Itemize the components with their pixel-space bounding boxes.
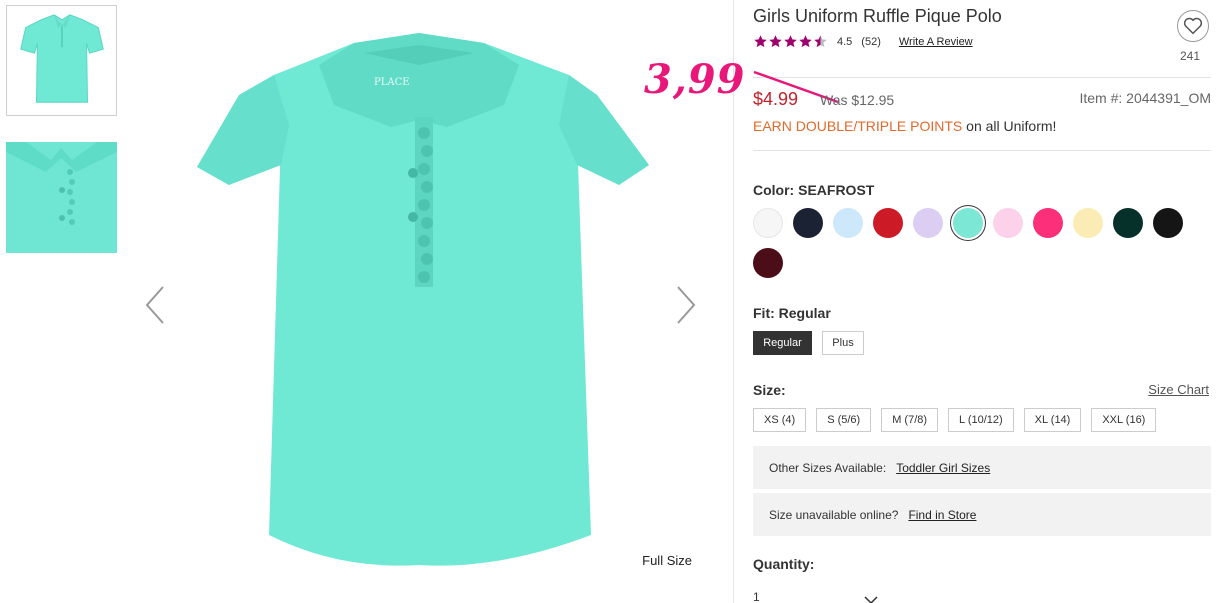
color-swatch-white[interactable] xyxy=(753,208,783,238)
thumbnail-front[interactable] xyxy=(6,5,117,116)
color-swatch-hot-pink[interactable] xyxy=(1033,208,1063,238)
favorite-button[interactable] xyxy=(1177,10,1209,42)
color-swatch-yellow[interactable] xyxy=(1073,208,1103,238)
size-option-s[interactable]: S (5/6) xyxy=(816,408,872,432)
promo-highlight[interactable]: EARN DOUBLE/TRIPLE POINTS xyxy=(753,118,962,134)
size-option-l[interactable]: L (10/12) xyxy=(948,408,1014,432)
size-option-xxl[interactable]: XXL (16) xyxy=(1091,408,1157,432)
color-swatches xyxy=(753,208,1193,278)
shirt-thumbnail-image xyxy=(20,14,104,103)
toddler-girl-sizes-link[interactable]: Toddler Girl Sizes xyxy=(896,461,990,475)
thumbnail-detail[interactable] xyxy=(6,142,117,253)
promo-rest: on all Uniform! xyxy=(962,118,1057,134)
item-number: Item #: 2044391_OM xyxy=(1079,90,1211,106)
favorite-count: 241 xyxy=(1180,49,1201,63)
color-swatch-light-blue[interactable] xyxy=(833,208,863,238)
color-swatch-lavender[interactable] xyxy=(913,208,943,238)
size-option-xl[interactable]: XL (14) xyxy=(1023,408,1082,432)
was-price: Was $12.95 xyxy=(820,92,895,108)
chevron-right-icon xyxy=(677,286,696,324)
chevron-down-icon xyxy=(864,596,878,603)
chevron-left-icon xyxy=(145,286,164,324)
size-chart-link[interactable]: Size Chart xyxy=(1148,382,1209,397)
quantity-select[interactable]: 1 xyxy=(753,590,878,603)
star-icon xyxy=(769,35,782,48)
svg-text:PLACE: PLACE xyxy=(374,77,410,88)
next-image-arrow[interactable] xyxy=(670,283,700,327)
color-swatch-dark-green[interactable] xyxy=(1113,208,1143,238)
handwritten-price-annotation: 3,99 xyxy=(644,56,746,103)
star-icon xyxy=(814,35,827,48)
fit-regular-button[interactable]: Regular xyxy=(753,331,812,355)
size-option-m[interactable]: M (7/8) xyxy=(881,408,939,432)
full-size-link[interactable]: Full Size xyxy=(642,553,692,568)
write-review-link[interactable]: Write A Review xyxy=(899,36,973,48)
color-swatch-light-pink[interactable] xyxy=(993,208,1023,238)
promo-text: EARN DOUBLE/TRIPLE POINTS on all Uniform… xyxy=(753,118,1056,134)
star-icon xyxy=(784,35,797,48)
size-unavailable-label: Size unavailable online? xyxy=(769,507,899,522)
divider xyxy=(753,150,1211,151)
rating-value: 4.5 xyxy=(837,35,853,48)
find-in-store-link[interactable]: Find in Store xyxy=(908,508,976,522)
shirt-detail-image xyxy=(6,142,117,253)
size-label: Size: xyxy=(753,382,786,398)
previous-image-arrow[interactable] xyxy=(141,283,171,327)
color-swatch-navy[interactable] xyxy=(793,208,823,238)
fit-plus-button[interactable]: Plus xyxy=(822,331,864,355)
fit-label: Fit: Regular xyxy=(753,305,831,321)
star-icon xyxy=(799,35,812,48)
other-sizes-label: Other Sizes Available: xyxy=(769,460,887,475)
product-main-image[interactable]: PLACE Full Size xyxy=(129,5,712,589)
quantity-label: Quantity: xyxy=(753,556,815,572)
color-swatch-red[interactable] xyxy=(873,208,903,238)
color-label: Color: SEAFROST xyxy=(753,182,875,198)
product-title: Girls Uniform Ruffle Pique Polo xyxy=(753,6,1002,26)
shirt-image: PLACE xyxy=(197,33,649,566)
product-rating: 4.5 (52) Write A Review xyxy=(753,34,973,49)
quantity-value: 1 xyxy=(753,590,760,603)
review-count[interactable]: (52) xyxy=(861,36,881,48)
find-in-store-box: Size unavailable online? Find in Store xyxy=(753,493,1211,536)
other-sizes-box: Other Sizes Available: Toddler Girl Size… xyxy=(753,446,1211,489)
color-swatch-seafrost[interactable] xyxy=(953,208,983,238)
star-icon xyxy=(754,35,767,48)
rating-stars xyxy=(753,34,828,49)
size-options: XS (4) S (5/6) M (7/8) L (10/12) XL (14)… xyxy=(753,408,1157,432)
color-swatch-black[interactable] xyxy=(1153,208,1183,238)
color-swatch-burgundy[interactable] xyxy=(753,248,783,278)
size-option-xs[interactable]: XS (4) xyxy=(753,408,807,432)
heart-icon xyxy=(1183,17,1203,35)
